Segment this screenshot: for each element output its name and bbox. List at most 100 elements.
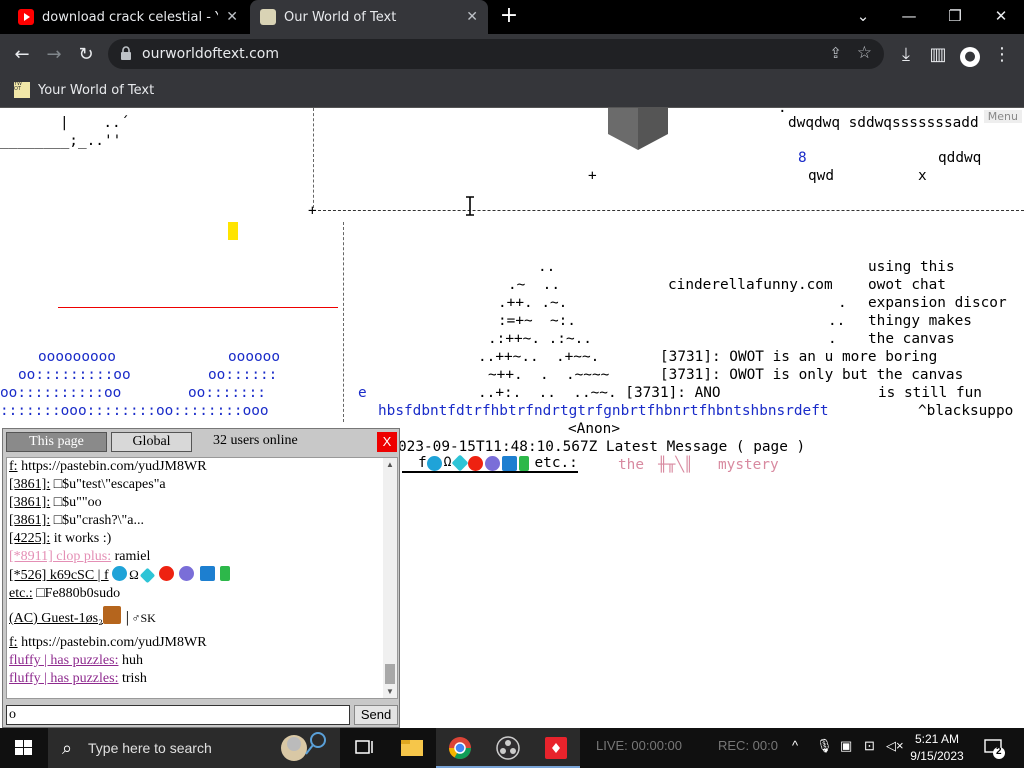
clock-date: 9/15/2023: [910, 749, 964, 763]
window-close-button[interactable]: ✕: [978, 0, 1024, 34]
canvas-text: [3731]: OWOT is an u more boring: [660, 349, 938, 365]
canvas-text: oooooo: [228, 349, 280, 365]
canvas-text: using this: [868, 259, 955, 275]
tab-title: download crack celestial - YouTu: [42, 9, 218, 25]
battery-icon: [220, 566, 231, 581]
chat-input[interactable]: [6, 705, 350, 725]
canvas-text: 8: [798, 150, 807, 166]
tab-this-page[interactable]: This page: [6, 432, 107, 452]
windows-start-icon[interactable]: [0, 728, 48, 768]
taskbar: ⌕ Type here to search LIVE: 00:00:00 REC…: [0, 728, 1024, 768]
canvas-text: ..++~.. .+~~.: [478, 349, 600, 365]
omega-icon: Ω: [443, 455, 452, 470]
users-online-count: 32 users online: [213, 433, 298, 448]
abcd-icon: [501, 455, 517, 471]
owot-icon: [260, 9, 276, 25]
canvas-text: x: [918, 168, 927, 184]
bookmark-star-icon[interactable]: ☆: [857, 43, 872, 63]
close-icon[interactable]: ✕: [466, 9, 478, 25]
new-tab-button[interactable]: +: [498, 5, 520, 27]
scroll-down-icon[interactable]: ▼: [386, 687, 394, 696]
notification-count: 2: [996, 746, 1002, 757]
canvas-text: ^blacksuppo: [918, 403, 1014, 419]
canvas-text: cinderellafunny.com: [668, 277, 833, 293]
canvas-text: .: [828, 331, 837, 347]
back-icon[interactable]: ←: [9, 42, 35, 68]
network-icon[interactable]: ⊡: [864, 738, 875, 754]
file-explorer-icon[interactable]: [388, 728, 436, 768]
camera-icon[interactable]: ▣: [840, 738, 852, 754]
canvas-text: :::::::ooo::::::::oo::::::::ooo: [0, 403, 269, 419]
chat-scrollbar[interactable]: ▲ ▼: [383, 458, 397, 698]
canvas-text: ooooooooo: [38, 349, 116, 365]
system-clock[interactable]: 5:21 AM 9/15/2023: [902, 731, 972, 765]
streaming-app-icon[interactable]: [532, 728, 580, 768]
canvas-text: is still fun: [878, 385, 982, 401]
abcd-icon: [199, 566, 215, 581]
url-text: ourworldoftext.com: [142, 46, 279, 62]
red-circle-icon: [467, 455, 483, 471]
tab-owot[interactable]: Our World of Text ✕: [250, 0, 488, 34]
tab-youtube[interactable]: download crack celestial - YouTu ✕: [8, 0, 248, 34]
close-icon[interactable]: ✕: [226, 9, 238, 25]
chat-message: etc.: □Fe880b0sudo: [9, 586, 121, 601]
chat-message: fluffy | has puzzles: trish: [9, 671, 147, 686]
canvas-text: mystery: [718, 457, 779, 473]
canvas-text: ..: [538, 259, 556, 275]
reload-icon[interactable]: ↻: [73, 42, 99, 68]
tab-global[interactable]: Global: [111, 432, 192, 452]
canvas-text: oo:::::::::oo: [18, 367, 131, 383]
canvas-text: owot chat: [868, 277, 946, 293]
canvas-text: e: [358, 385, 367, 401]
address-bar[interactable]: ourworldoftext.com ⇪ ☆: [108, 39, 884, 69]
house-icon: [102, 606, 121, 624]
kebab-menu-icon[interactable]: ⋮: [989, 42, 1015, 68]
tile-border: [343, 222, 344, 422]
menu-button[interactable]: Menu: [983, 110, 1022, 123]
canvas-text: the canvas: [868, 331, 955, 347]
obs-icon[interactable]: [484, 728, 532, 768]
chat-message: (AC) Guest-1øs₂ │♂SK: [7, 603, 397, 634]
restore-button[interactable]: ❐: [932, 0, 978, 34]
download-icon[interactable]: ⤓: [893, 42, 919, 68]
diamond-icon: [451, 454, 468, 472]
tab-search-icon[interactable]: ⌄: [840, 0, 886, 34]
search-placeholder: Type here to search: [88, 740, 212, 756]
notification-center-icon[interactable]: 2: [982, 736, 1006, 760]
canvas-text: 023-09-15T11:48:10.567Z Latest Message (…: [398, 439, 806, 455]
canvas-text: .++. .~.: [498, 295, 568, 311]
chat-message: [*526] k69cSC | f Ω: [7, 566, 397, 585]
tray-overflow-icon[interactable]: ^: [792, 738, 798, 753]
chat-log[interactable]: f: https://pastebin.com/yudJM8WR [3861]:…: [6, 457, 398, 699]
chat-message: [3861]: □$u"test\"escapes"a: [9, 477, 166, 492]
microphone-icon[interactable]: 🎙︎: [816, 738, 833, 754]
chrome-icon[interactable]: [436, 728, 484, 768]
volume-muted-icon[interactable]: ◁×: [886, 738, 904, 754]
share-icon[interactable]: ⇪: [829, 44, 842, 62]
pacman-icon: [112, 566, 128, 581]
live-timer: LIVE: 00:00:00: [596, 738, 683, 753]
canvas-text: ..+:. .. ..~~. [3731]: ANO: [478, 385, 721, 401]
scroll-up-icon[interactable]: ▲: [386, 460, 394, 469]
canvas-text: expansion discor: [868, 295, 1007, 311]
tile-border: [313, 108, 314, 208]
chat-message: [*8911] clop plus: ramiel: [9, 549, 151, 564]
canvas-text: .~ ..: [508, 277, 560, 293]
taskbar-search[interactable]: ⌕ Type here to search: [48, 728, 340, 768]
minimize-button[interactable]: —: [886, 0, 932, 34]
canvas-text: | ..´: [60, 115, 130, 131]
canvas-text: thingy makes: [868, 313, 972, 329]
youtube-icon: [18, 9, 34, 25]
canvas-text: hbsfdbntfdtrfhbtrfndrtgtrfgnbrtfhbnrtfhb…: [378, 403, 829, 419]
bookmark-your-world-of-text[interactable]: YW OT Your World of Text: [14, 82, 154, 98]
chat-tab-bar: This page Global 32 users online X: [3, 429, 399, 455]
task-view-icon[interactable]: [340, 728, 388, 768]
forward-icon[interactable]: →: [41, 42, 67, 68]
pacman-icon: [426, 455, 442, 471]
chat-close-button[interactable]: X: [377, 432, 397, 452]
side-panel-icon[interactable]: ▥: [925, 42, 951, 68]
send-button[interactable]: Send: [354, 705, 398, 725]
profile-avatar[interactable]: ●: [957, 42, 983, 68]
canvas-text: .: [838, 295, 847, 311]
scroll-thumb[interactable]: [385, 664, 395, 684]
